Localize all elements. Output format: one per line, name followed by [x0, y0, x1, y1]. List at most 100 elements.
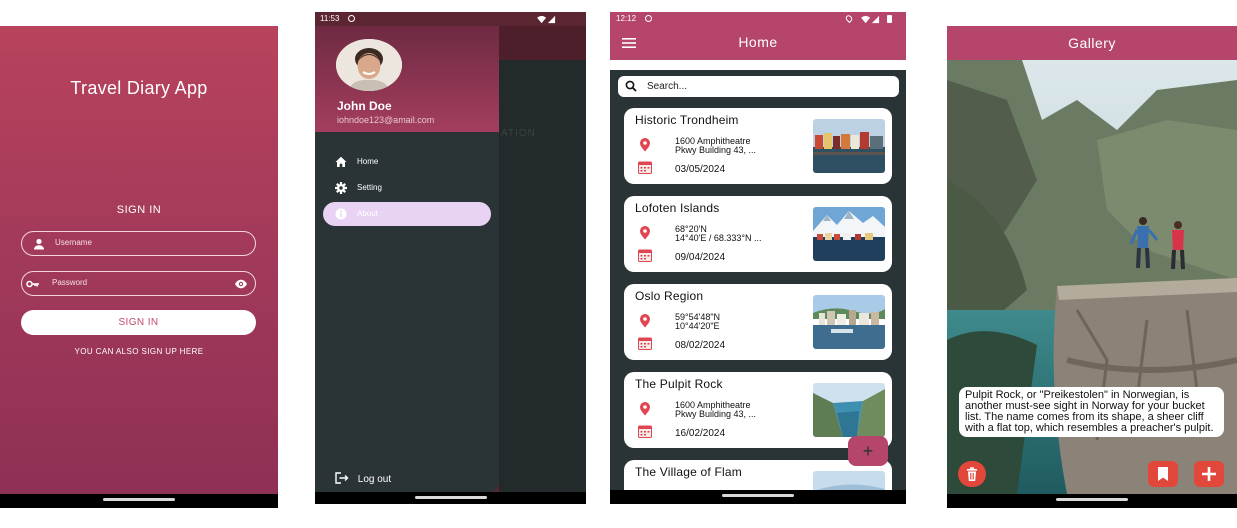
navigation-drawer: John Doe iohndoe123@amail.com Home Setti…: [315, 26, 499, 492]
place-card[interactable]: Lofoten Islands 68°20'N 14°40'E / 68.333°…: [624, 196, 892, 272]
add-place-button[interactable]: +: [848, 436, 888, 466]
card-date: 09/04/2024: [675, 252, 726, 263]
calendar-icon: [638, 425, 652, 438]
status-bar: 12:12: [610, 12, 906, 26]
drawer-screen: 11:53 ATION John Doe iohndoe123@amail.co…: [315, 12, 586, 504]
info-icon: [335, 208, 347, 220]
menu-item-label: About: [357, 209, 378, 218]
menu-item-label: Home: [357, 157, 379, 166]
card-thumbnail: [813, 383, 885, 437]
home-icon: [335, 156, 347, 167]
calendar-icon: [638, 249, 652, 262]
gear-icon: [335, 182, 347, 194]
person-icon: [34, 238, 44, 250]
signin-button[interactable]: SIGN IN: [21, 310, 256, 335]
app-title: Travel Diary App: [70, 78, 208, 98]
place-card[interactable]: Historic Trondheim 1600 Amphitheatre Pkwy…: [624, 108, 892, 184]
location-icon: [844, 13, 854, 24]
menu-item-setting[interactable]: Setting: [323, 176, 491, 200]
system-nav-bar: [315, 492, 586, 504]
calendar-icon: [638, 161, 652, 174]
logout-button[interactable]: Log out: [335, 472, 391, 485]
home-indicator[interactable]: [103, 498, 175, 501]
place-card[interactable]: Oslo Region 59°54'48"N 10°44'20"E 08/02/2…: [624, 284, 892, 360]
password-placeholder: Password: [52, 278, 88, 287]
card-date: 16/02/2024: [675, 428, 726, 439]
location-pin-icon: [640, 402, 650, 416]
address-line: 14°40'E / 68.333°N ...: [675, 233, 762, 243]
profile-photo: [336, 39, 402, 91]
gallery-screen: Gallery Pulpit Rock, or "Preikestolen" i…: [947, 26, 1237, 508]
menu-item-label: Setting: [357, 183, 382, 192]
signin-heading: SIGN IN: [116, 204, 162, 216]
home-indicator[interactable]: [414, 496, 487, 499]
signal-icon: [861, 15, 880, 24]
page-title: Home: [738, 34, 778, 50]
logout-label: Log out: [357, 474, 392, 485]
status-dot-icon: [348, 15, 355, 22]
username-field[interactable]: Username: [21, 231, 256, 256]
bookmark-icon: [1158, 467, 1168, 481]
home-indicator[interactable]: [1056, 498, 1128, 501]
battery-icon: [887, 15, 892, 23]
menu-item-about[interactable]: About: [323, 202, 491, 226]
home-indicator[interactable]: [722, 494, 794, 497]
underlay-appbar: [499, 26, 586, 60]
card-title: Oslo Region: [635, 289, 704, 303]
location-pin-icon: [640, 314, 650, 328]
logout-icon: [335, 472, 349, 484]
status-time: 12:12: [616, 14, 637, 23]
location-pin-icon: [640, 226, 650, 240]
menu-item-home[interactable]: Home: [323, 150, 491, 174]
app-bar: Gallery: [947, 26, 1237, 60]
location-pin-icon: [640, 138, 650, 152]
underlay-text: ATION: [501, 128, 536, 139]
card-thumbnail: [813, 119, 885, 173]
signal-icon: [537, 15, 556, 24]
card-title: The Village of Flam: [635, 465, 742, 479]
photo-caption: Pulpit Rock, or "Preikestolen" in Norweg…: [959, 387, 1224, 437]
status-bar: 11:53: [315, 12, 586, 26]
card-title: Lofoten Islands: [635, 201, 720, 215]
system-nav-bar: [947, 494, 1237, 508]
trash-icon: [967, 467, 977, 481]
status-time: 11:53: [320, 14, 340, 23]
calendar-icon: [638, 337, 652, 350]
drawer-header: John Doe iohndoe123@amail.com: [315, 26, 499, 132]
card-date: 03/05/2024: [675, 164, 726, 175]
user-name: John Doe: [337, 99, 392, 113]
card-address: 1600 Amphitheatre Pkwy Building 43, ...: [675, 401, 803, 419]
username-placeholder: Username: [55, 238, 92, 247]
add-photo-button[interactable]: [1194, 461, 1224, 487]
login-screen: Travel Diary App SIGN IN Username Passwo…: [0, 26, 278, 508]
delete-button[interactable]: [958, 461, 986, 487]
card-thumbnail: [813, 295, 885, 349]
app-bar: Home: [610, 26, 906, 60]
card-address: 68°20'N 14°40'E / 68.333°N ...: [675, 225, 803, 243]
password-field[interactable]: Password: [21, 271, 256, 296]
card-title: Historic Trondheim: [635, 113, 739, 127]
search-placeholder: Search...: [647, 81, 688, 92]
bookmark-button[interactable]: [1148, 461, 1178, 487]
user-email: iohndoe123@amail.com: [337, 115, 435, 125]
search-input[interactable]: Search...: [618, 76, 899, 97]
search-icon: [625, 80, 637, 92]
page-title: Gallery: [1068, 35, 1116, 51]
card-thumbnail: [813, 207, 885, 261]
address-line: Pkwy Building 43, ...: [675, 409, 757, 419]
card-title: The Pulpit Rock: [635, 377, 723, 391]
signup-link[interactable]: YOU CAN ALSO SIGN UP HERE: [0, 347, 278, 356]
eye-icon[interactable]: [234, 277, 248, 291]
card-date: 08/02/2024: [675, 340, 726, 351]
plus-icon: [1202, 467, 1216, 481]
home-screen: 12:12 Home Search... Historic Trondheim …: [610, 12, 906, 504]
key-icon: [26, 280, 39, 288]
system-nav-bar: [610, 490, 906, 504]
address-line: 10°44'20"E: [675, 321, 720, 331]
card-address: 1600 Amphitheatre Pkwy Building 43, ...: [675, 137, 803, 155]
card-address: 59°54'48"N 10°44'20"E: [675, 313, 803, 331]
scrim[interactable]: [499, 60, 586, 492]
status-dot-icon: [645, 15, 652, 22]
divider: [610, 60, 906, 70]
avatar[interactable]: [336, 39, 402, 91]
